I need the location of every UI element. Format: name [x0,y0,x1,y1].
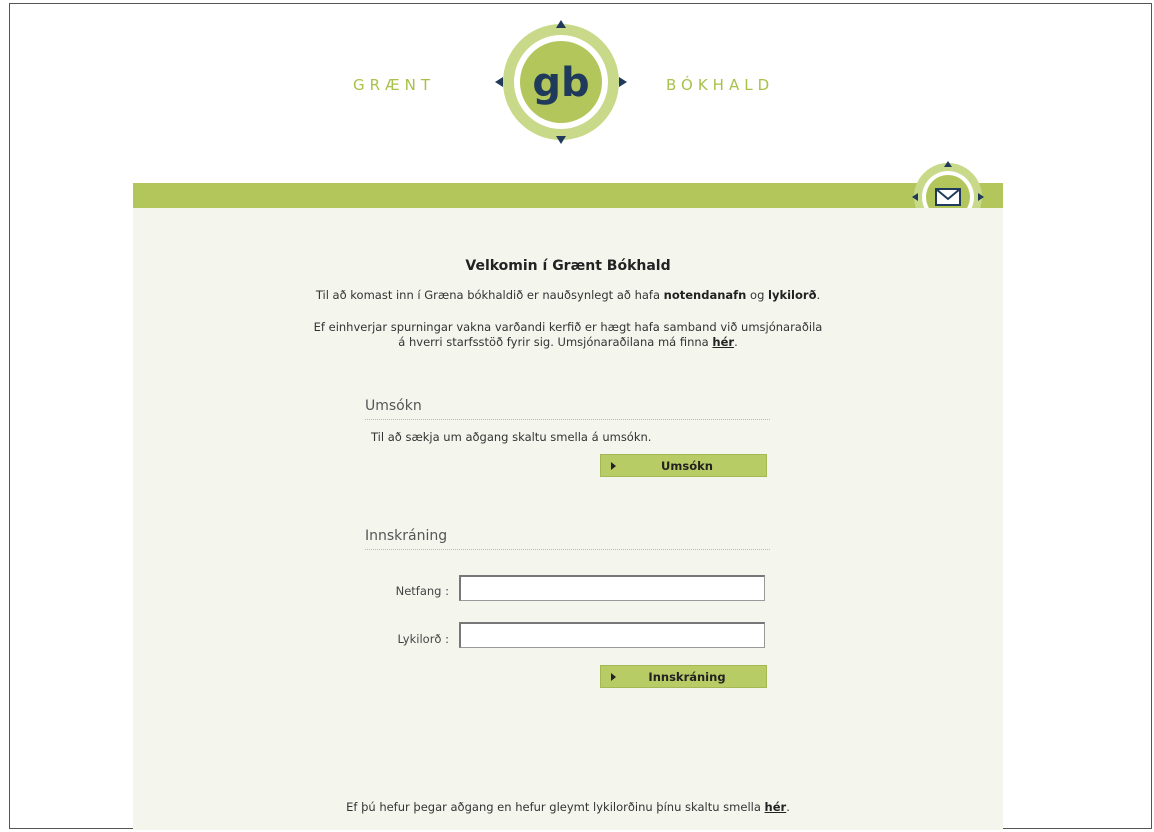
brand-left-text: GRÆNT [353,76,436,94]
contact-text: Ef einhverjar spurningar vakna varðandi … [133,320,1003,350]
contact-here-link[interactable]: hér [712,335,734,349]
intro-text-end: . [816,288,821,302]
gb-logo-icon: gb [495,20,627,144]
forgot-password-text-end: . [786,800,790,814]
application-text: Til að sækja um aðgang skaltu smella á u… [371,430,652,444]
svg-text:gb: gb [532,60,589,106]
brand-right-text: BÓKHALD [666,76,775,94]
password-field[interactable] [459,622,765,648]
application-button[interactable]: Umsókn [600,454,767,477]
login-heading: Innskráning [365,528,770,550]
login-button[interactable]: Innskráning [600,665,767,688]
welcome-title: Velkomin í Grænt Bókhald [465,258,671,274]
email-label: Netfang : [395,584,449,598]
forgot-password-text: Ef þú hefur þegar aðgang en hefur gleymt… [133,800,1003,814]
password-label: Lykilorð : [397,632,449,646]
email-field[interactable] [459,575,765,601]
forgot-password-link[interactable]: hér [765,800,787,814]
intro-text: Til að komast inn í Græna bókhaldið er n… [133,288,1003,302]
application-button-label: Umsókn [661,458,713,473]
contact-line-2-text: á hverri starfsstöð fyrir sig. Umsjónara… [398,335,713,349]
main-panel: Velkomin í Grænt Bókhald Til að komast i… [133,208,1003,830]
contact-line-1: Ef einhverjar spurningar vakna varðandi … [313,320,823,334]
header-band [133,183,1003,208]
username-emphasis: notendanafn [663,288,747,302]
page-frame: GRÆNT gb BÓKHALD Velkomin í Grænt Bókhal… [9,3,1152,830]
password-emphasis: lykilorð [768,288,817,302]
application-heading: Umsókn [365,398,770,420]
contact-line-2: á hverri starfsstöð fyrir sig. Umsjónara… [133,335,1003,350]
login-button-label: Innskráning [648,669,726,684]
contact-line-2-end: . [734,335,738,349]
forgot-password-text-start: Ef þú hefur þegar aðgang en hefur gleymt… [346,800,765,814]
intro-text-mid: og [746,288,769,302]
intro-text-start: Til að komast inn í Græna bókhaldið er n… [315,288,664,302]
